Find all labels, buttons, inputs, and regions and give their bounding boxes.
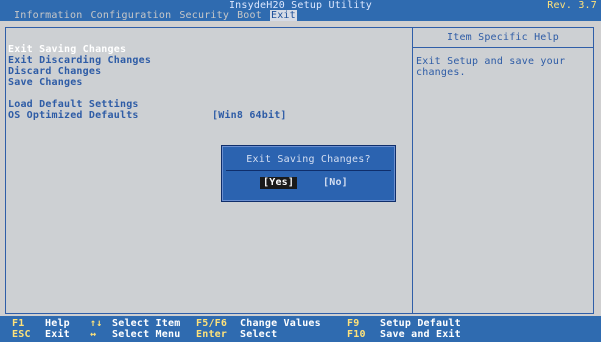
hint-desc-select-item: Select Item (112, 318, 181, 329)
hint-desc-exit: Exit (45, 329, 70, 340)
hint-desc-save-and-exit: Save and Exit (380, 329, 461, 340)
option-load-default-settings[interactable]: Load Default Settings (8, 99, 408, 110)
exit-options-list: Exit Saving Changes Exit Discarding Chan… (8, 44, 408, 121)
menu-tab-configuration[interactable]: Configuration (90, 10, 171, 21)
hint-desc-setup-default: Setup Default (380, 318, 461, 329)
menu-tab-security[interactable]: Security (179, 10, 229, 21)
hint-key-enter: Enter (196, 329, 228, 340)
hint-key-f1: F1 (12, 318, 25, 329)
hint-key-f10: F10 (347, 329, 366, 340)
hint-key-left-right: ↔ (90, 329, 97, 340)
dialog-question: Exit Saving Changes? (246, 154, 371, 165)
menu-tab-exit[interactable]: Exit (269, 10, 297, 21)
main-menu: Information Configuration Security Boot … (14, 10, 305, 21)
help-separator (413, 47, 593, 48)
help-text: Exit Setup and save your changes. (416, 56, 566, 78)
menu-tab-information[interactable]: Information (14, 10, 82, 21)
hint-key-esc: ESC (12, 329, 31, 340)
option-save-changes[interactable]: Save Changes (8, 77, 408, 88)
dialog-separator (226, 170, 391, 171)
hint-key-up-down: ↑↓ (90, 318, 103, 329)
bios-screen: InsydeH20 Setup Utility Rev. 3.7 Informa… (0, 0, 601, 342)
panel-divider (412, 28, 413, 313)
menu-tab-boot[interactable]: Boot (237, 10, 262, 21)
os-optimized-defaults-value[interactable]: [Win8 64bit] (212, 110, 287, 121)
option-exit-discarding-changes[interactable]: Exit Discarding Changes (8, 55, 408, 66)
yes-button[interactable]: [Yes] (260, 177, 298, 189)
hint-key-f9: F9 (347, 318, 360, 329)
confirm-dialog: Exit Saving Changes? [Yes] [No] (221, 145, 396, 202)
hint-desc-select: Select (240, 329, 278, 340)
key-hints-bar: F1 Help ↑↓ Select Item F5/F6 Change Valu… (0, 316, 601, 342)
option-exit-saving-changes[interactable]: Exit Saving Changes (8, 44, 408, 55)
option-os-optimized-defaults-row[interactable]: OS Optimized Defaults [Win8 64bit] (8, 110, 408, 121)
revision-label: Rev. 3.7 (547, 0, 597, 11)
hint-desc-change-values: Change Values (240, 318, 321, 329)
option-discard-changes[interactable]: Discard Changes (8, 66, 408, 77)
hint-desc-help: Help (45, 318, 70, 329)
hint-desc-select-menu: Select Menu (112, 329, 181, 340)
option-os-optimized-defaults[interactable]: OS Optimized Defaults (8, 110, 408, 121)
title-menu-bar: InsydeH20 Setup Utility Rev. 3.7 Informa… (0, 0, 601, 21)
hint-key-f5-f6: F5/F6 (196, 318, 228, 329)
no-button[interactable]: [No] (320, 177, 351, 189)
help-title: Item Specific Help (447, 32, 559, 43)
